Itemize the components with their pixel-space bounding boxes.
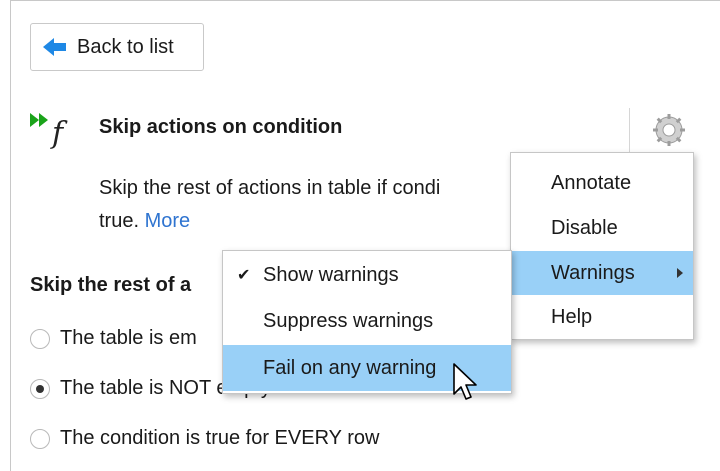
submenu-item-label: Suppress warnings (263, 309, 434, 332)
menu-item-help[interactable]: Help (511, 295, 693, 339)
menu-item-label: Disable (551, 216, 618, 239)
back-to-list-button[interactable]: Back to list (30, 23, 204, 71)
submenu-item-label: Show warnings (263, 263, 399, 286)
header-divider (629, 108, 630, 152)
mouse-pointer-icon (453, 363, 477, 400)
menu-item-label: Annotate (551, 171, 632, 194)
function-icon: f (50, 116, 68, 150)
menu-item-warnings[interactable]: Warnings (511, 251, 693, 295)
arrow-left-icon (43, 38, 66, 56)
description-line-1: Skip the rest of actions in table if con… (99, 177, 441, 199)
check-icon: ✔ (237, 267, 251, 284)
gear-icon[interactable] (651, 112, 687, 148)
action-description: Skip the rest of actions in table if con… (99, 172, 529, 238)
submenu-item-label: Fail on any warning (263, 356, 437, 379)
radio-label: The table is em (60, 327, 197, 349)
menu-item-label: Warnings (551, 261, 635, 284)
submenu-item-show-warnings[interactable]: ✔ Show warnings (223, 253, 511, 297)
menu-item-disable[interactable]: Disable (511, 205, 693, 251)
submenu-item-suppress-warnings[interactable]: Suppress warnings (223, 299, 511, 343)
radio-label: The condition is true for EVERY row (60, 427, 380, 449)
radio-option-table-empty[interactable]: The table is em (30, 327, 197, 350)
action-title: Skip actions on condition (99, 116, 343, 138)
section-title: Skip the rest of a (30, 274, 192, 296)
context-menu: Annotate Disable Warnings Help (510, 152, 694, 340)
radio-button-selected[interactable] (30, 378, 50, 399)
radio-button[interactable] (30, 428, 50, 449)
menu-item-label: Help (551, 305, 593, 328)
menu-item-annotate[interactable]: Annotate (511, 161, 693, 205)
radio-option-condition-every-row[interactable]: The condition is true for EVERY row (30, 427, 379, 450)
double-play-icon: f (30, 113, 68, 150)
submenu-arrow-icon (677, 268, 683, 278)
back-to-list-label: Back to list (77, 35, 174, 58)
description-line-2: true. (99, 210, 140, 232)
more-link[interactable]: More (145, 210, 191, 232)
radio-button[interactable] (30, 328, 50, 349)
